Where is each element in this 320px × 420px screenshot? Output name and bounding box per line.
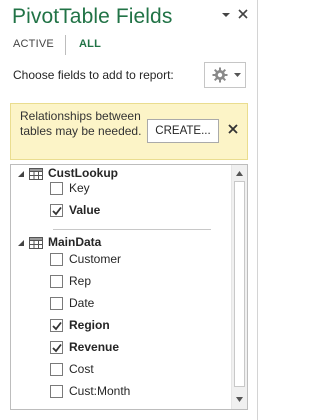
field-label: Customer xyxy=(69,252,122,266)
field-item[interactable]: Cust:Month xyxy=(11,381,231,401)
field-label: Rep xyxy=(69,274,92,288)
tab-all[interactable]: ALL xyxy=(79,38,101,50)
choose-fields-label: Choose fields to add to report: xyxy=(13,68,174,82)
field-list[interactable]: CustLookup Key Value MainData Customer R… xyxy=(10,164,248,410)
field-item[interactable]: Key xyxy=(11,178,231,198)
field-label: Key xyxy=(69,181,90,195)
field-checkbox[interactable] xyxy=(50,297,63,310)
field-checkbox[interactable] xyxy=(50,341,63,354)
field-item[interactable]: Revenue xyxy=(11,337,231,357)
field-checkbox[interactable] xyxy=(50,182,63,195)
field-label: Revenue xyxy=(69,340,120,354)
field-label: Region xyxy=(69,318,110,332)
field-item[interactable]: Value xyxy=(11,200,231,220)
relationships-message: Relationships between tables may be need… xyxy=(20,109,142,138)
field-item[interactable]: Rep xyxy=(11,271,231,291)
checkmark-icon xyxy=(52,343,62,353)
tab-divider xyxy=(65,35,66,55)
pane-title: PivotTable Fields xyxy=(12,5,173,28)
gear-icon xyxy=(212,67,228,83)
field-checkbox[interactable] xyxy=(50,204,63,217)
field-checkbox[interactable] xyxy=(50,363,63,376)
dropdown-caret-icon xyxy=(234,73,241,77)
scrollbar-thumb[interactable] xyxy=(234,181,245,387)
field-checkbox[interactable] xyxy=(50,385,63,398)
field-item[interactable]: Region xyxy=(11,315,231,335)
close-icon[interactable] xyxy=(236,8,250,22)
field-list-scrollbar[interactable] xyxy=(231,165,247,409)
checkmark-icon xyxy=(52,206,62,216)
relationships-banner: Relationships between tables may be need… xyxy=(10,103,248,160)
group-divider xyxy=(53,229,211,230)
checkmark-icon xyxy=(52,321,62,331)
scroll-down-icon[interactable] xyxy=(234,394,245,405)
collapse-triangle-icon[interactable] xyxy=(17,239,25,247)
field-label: Date xyxy=(69,296,95,310)
tools-button[interactable] xyxy=(204,62,246,88)
create-relationship-button[interactable]: CREATE... xyxy=(147,119,219,143)
chevron-down-icon[interactable] xyxy=(219,8,233,22)
field-label: Cost xyxy=(69,362,94,376)
field-label: Value xyxy=(69,203,101,217)
field-item[interactable]: Date xyxy=(11,293,231,313)
field-checkbox[interactable] xyxy=(50,275,63,288)
tab-active[interactable]: ACTIVE xyxy=(13,38,54,50)
table-icon xyxy=(29,237,43,249)
scroll-up-icon[interactable] xyxy=(234,168,245,179)
field-label: Cust:Month xyxy=(69,384,131,398)
field-checkbox[interactable] xyxy=(50,253,63,266)
field-item[interactable]: Cost xyxy=(11,359,231,379)
group-name: MainData xyxy=(48,235,102,249)
pivottable-fields-pane: PivotTable Fields ACTIVE ALL Choose fiel… xyxy=(0,0,258,420)
dismiss-banner-icon[interactable] xyxy=(228,122,238,137)
collapse-triangle-icon[interactable] xyxy=(17,170,25,178)
field-item[interactable]: Customer xyxy=(11,249,231,269)
field-checkbox[interactable] xyxy=(50,319,63,332)
